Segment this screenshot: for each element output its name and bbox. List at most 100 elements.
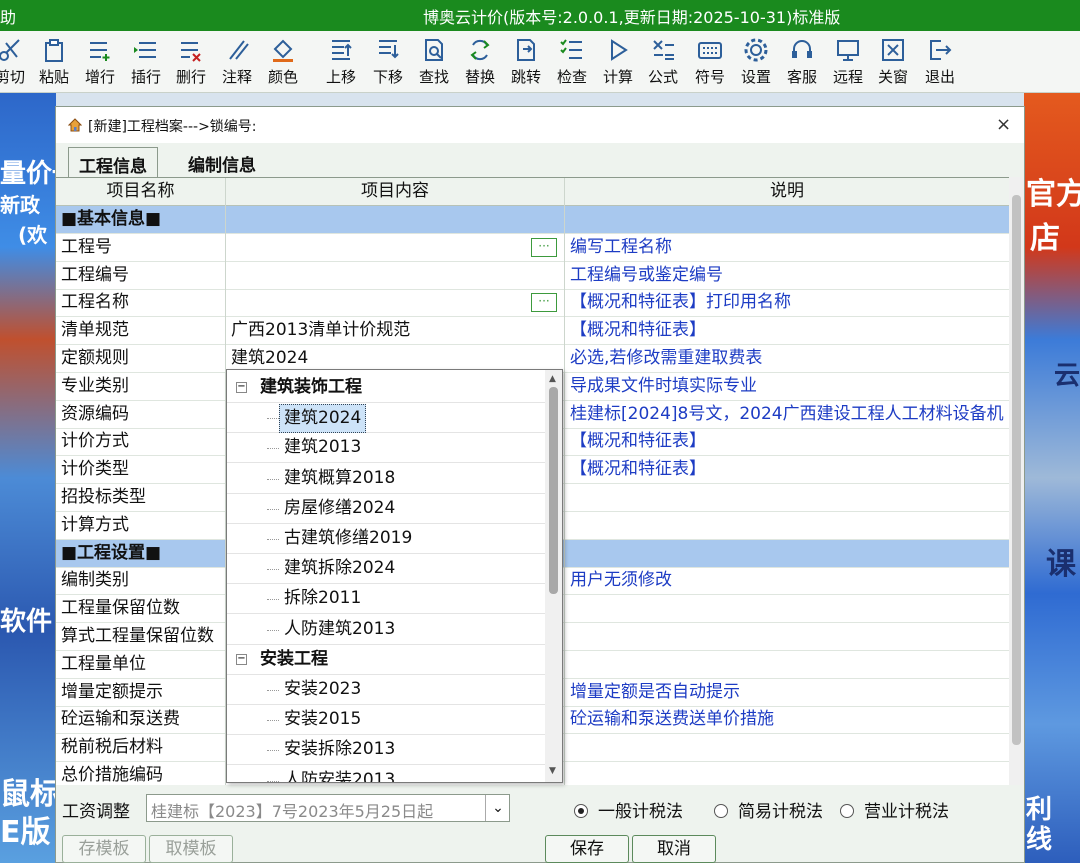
toolbar-button-monitor[interactable]: 远程 <box>825 35 871 91</box>
table-row[interactable]: 工程号 编写工程名称 ··· <box>56 233 1009 262</box>
toolbar: 剪切 粘贴 增行 插行 删行 注释 颜色 上移 下移 查找 替换 跳转 检查 计算 公式 符号 设置 客服 远程 关窗… <box>0 31 1080 93</box>
scrollbar-thumb[interactable] <box>1012 195 1021 745</box>
collapse-icon[interactable]: − <box>236 382 247 393</box>
toolbar-button-replace[interactable]: 替换 <box>457 35 503 91</box>
table-row[interactable]: 工程名称 【概况和特征表】打印用名称 ··· <box>56 289 1009 318</box>
row-content[interactable] <box>226 233 565 262</box>
radio-general-tax[interactable]: 一般计税法 <box>574 797 683 822</box>
row-note <box>565 595 1009 623</box>
radio-dot[interactable] <box>714 804 728 818</box>
radio-business-tax[interactable]: 营业计税法 <box>840 797 949 822</box>
save-button[interactable]: 保存 <box>545 835 629 863</box>
toolbar-button-scissors[interactable]: 剪切 <box>0 35 33 91</box>
toolbar-button-paint-bucket[interactable]: 颜色 <box>260 35 306 91</box>
toolbar-button-paste[interactable]: 粘贴 <box>31 35 77 91</box>
tab-project-info[interactable]: 工程信息 <box>68 147 158 177</box>
tree-item[interactable]: 安装2015 <box>227 705 545 736</box>
toolbar-button-exit[interactable]: 退出 <box>917 35 963 91</box>
tree-branch-line <box>267 780 279 782</box>
app-title: 博奥云计价(版本号:2.0.0.1,更新日期:2025-10-31)标准版 <box>423 8 841 27</box>
row-name: 算式工程量保留位数 <box>56 623 226 651</box>
row-note <box>565 651 1009 679</box>
row-note <box>565 734 1009 762</box>
tree-group[interactable]: − 建筑装饰工程 <box>227 373 545 403</box>
row-content[interactable] <box>226 206 565 234</box>
tree-item[interactable]: 建筑2024 <box>227 403 545 434</box>
toolbar-button-move-up[interactable]: 上移 <box>318 35 364 91</box>
menu-help-fragment[interactable]: 助 <box>0 4 16 28</box>
cancel-button[interactable]: 取消 <box>632 835 716 863</box>
radio-simple-tax[interactable]: 简易计税法 <box>714 797 823 822</box>
collapse-icon[interactable]: − <box>236 653 247 665</box>
close-window-icon <box>882 39 904 61</box>
toolbar-button-play[interactable]: 计算 <box>595 35 641 91</box>
tree-label: 建筑2024 <box>279 404 367 434</box>
toolbar-button-check-list[interactable]: 检查 <box>549 35 595 91</box>
grid-scrollbar[interactable] <box>1009 177 1024 785</box>
toolbar-button-headset[interactable]: 客服 <box>779 35 825 91</box>
column-header-name[interactable]: 项目名称 <box>56 178 226 206</box>
ellipsis-button[interactable]: ··· <box>531 293 557 313</box>
toolbar-button-delete-row[interactable]: 删行 <box>168 35 214 91</box>
toolbar-button-jump[interactable]: 跳转 <box>503 35 549 91</box>
tree-item[interactable]: 安装拆除2013 <box>227 735 545 766</box>
section-row[interactable]: ■基本信息■ <box>56 206 1009 234</box>
row-content[interactable] <box>226 261 565 290</box>
toolbar-label: 客服 <box>786 68 817 86</box>
row-note: 【概况和特征表】 <box>570 320 706 341</box>
wage-select[interactable]: 桂建标【2023】7号2023年5月25日起 ⌄ <box>146 794 510 822</box>
monitor-icon <box>837 40 859 61</box>
tree-branch-line <box>267 418 279 420</box>
tree-item[interactable]: 古建筑修缮2019 <box>227 524 545 554</box>
chevron-down-icon[interactable]: ⌄ <box>485 795 510 821</box>
tree-group[interactable]: − 安装工程 <box>227 645 545 675</box>
tree-item[interactable]: 建筑2013 <box>227 433 545 464</box>
tree-item[interactable]: 人防建筑2013 <box>227 615 545 645</box>
table-row[interactable]: 工程编号 工程编号或鉴定编号 <box>56 261 1009 290</box>
column-header-content[interactable]: 项目内容 <box>226 178 565 206</box>
toolbar-label: 符号 <box>694 68 725 86</box>
row-content[interactable]: 广西2013清单计价规范 <box>226 317 565 346</box>
tree-branch-line <box>267 508 279 510</box>
radio-dot[interactable] <box>840 804 854 818</box>
close-icon[interactable]: × <box>996 114 1011 135</box>
toolbar-button-find[interactable]: 查找 <box>411 35 457 91</box>
scroll-up-icon[interactable]: ▲ <box>549 374 556 384</box>
radio-dot[interactable] <box>574 804 588 818</box>
row-note: 【概况和特征表】 <box>570 459 706 480</box>
toolbar-button-insert-row[interactable]: 插行 <box>123 35 169 91</box>
toolbar-label: 上移 <box>325 68 356 86</box>
tree-item[interactable]: 房屋修缮2024 <box>227 494 545 524</box>
toolbar-button-comment[interactable]: 注释 <box>214 35 260 91</box>
tree-item[interactable]: 建筑拆除2024 <box>227 554 545 585</box>
tree-item[interactable]: 安装2023 <box>227 675 545 705</box>
toolbar-label: 注释 <box>221 68 252 86</box>
save-template-button[interactable]: 存模板 <box>62 835 146 863</box>
scrollbar-thumb[interactable] <box>549 387 558 594</box>
toolbar-button-move-down[interactable]: 下移 <box>365 35 411 91</box>
toolbar-button-keyboard[interactable]: 符号 <box>687 35 733 91</box>
row-name: 砼运输和泵送费 <box>56 706 226 735</box>
toolbar-button-formula[interactable]: 公式 <box>640 35 686 91</box>
column-header-note[interactable]: 说明 <box>565 178 1009 206</box>
find-icon <box>425 39 443 61</box>
row-content[interactable] <box>226 289 565 318</box>
tree-item[interactable]: 人防安装2013 <box>227 766 545 782</box>
ellipsis-button[interactable]: ··· <box>531 237 557 257</box>
row-name: 计价方式 <box>56 428 226 457</box>
quota-rule-dropdown: ▲ ▼ − 建筑装饰工程 建筑2024 建筑2013 建筑概算2018 房屋修缮2024 古… <box>226 369 563 783</box>
tree-item[interactable]: 建筑概算2018 <box>227 464 545 494</box>
tree-item[interactable]: 拆除2011 <box>227 584 545 615</box>
banner-text: 官方 <box>1026 177 1080 212</box>
row-name: 税前税后材料 <box>56 734 226 763</box>
tab-compile-info[interactable]: 编制信息 <box>178 147 266 177</box>
toolbar-button-gear[interactable]: 设置 <box>733 35 779 91</box>
row-note <box>565 206 1009 234</box>
toolbar-button-close-window[interactable]: 关窗 <box>870 35 916 91</box>
table-row[interactable]: 清单规范 广西2013清单计价规范 【概况和特征表】 <box>56 317 1009 346</box>
scroll-down-icon[interactable]: ▼ <box>549 766 556 776</box>
toolbar-button-add-row[interactable]: 增行 <box>77 35 123 91</box>
load-template-button[interactable]: 取模板 <box>149 835 233 863</box>
row-note: 用户无须修改 <box>570 570 672 591</box>
dropdown-scrollbar[interactable]: ▲ ▼ <box>545 370 562 782</box>
